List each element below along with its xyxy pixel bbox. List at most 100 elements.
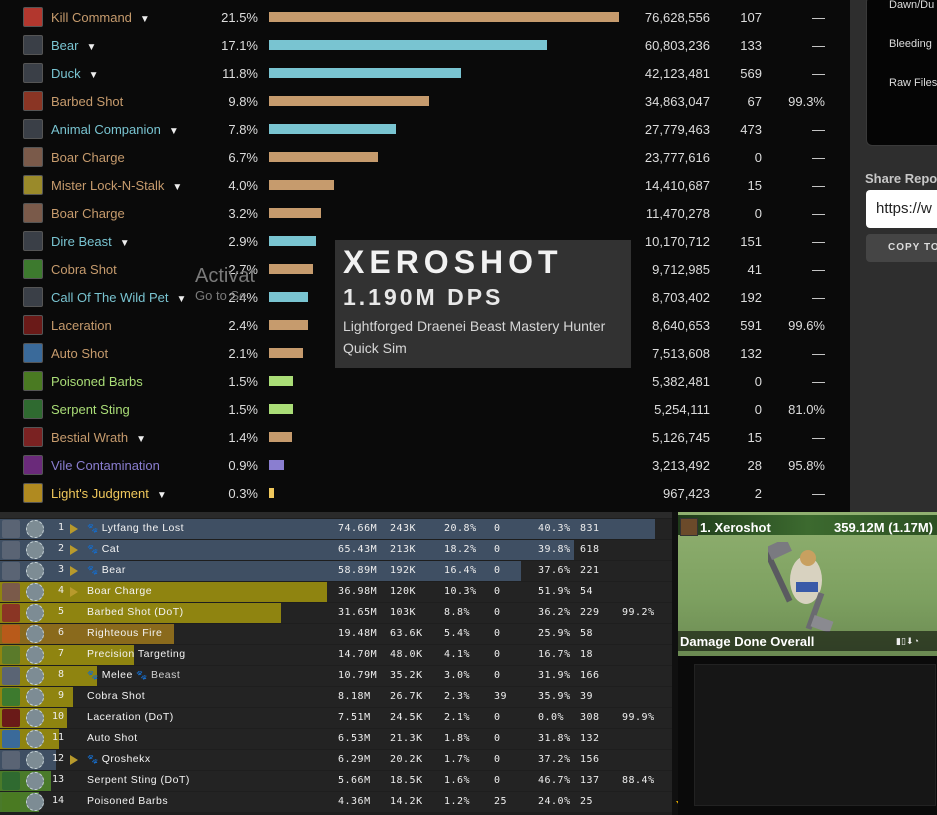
spell-row[interactable]: Animal Companion ▼ 7.8% 27,779,463 473 — <box>0 116 850 144</box>
spell-name[interactable]: Animal Companion ▼ <box>51 122 179 137</box>
expand-caret-icon[interactable]: ▼ <box>136 434 146 445</box>
gear-icon[interactable] <box>26 709 44 727</box>
expand-arrow-icon[interactable] <box>70 587 78 597</box>
row-name-label: Righteous Fire <box>87 627 163 639</box>
damage-meter-row[interactable]: 1 🐾 Lytfang the Lost 74.66M 243K 20.8% 0 40.3% 8… <box>0 519 672 539</box>
spell-name[interactable]: Mister Lock-N-Stalk ▼ <box>51 178 182 193</box>
spell-row[interactable]: Serpent Sting 1.5% 5,254,111 0 81.0% <box>0 396 850 424</box>
damage-meter-row[interactable]: 14 Poisoned Barbs 4.36M 14.2K 1.2% 25 24.0% 25 <box>0 792 672 812</box>
expand-caret-icon[interactable]: ▼ <box>86 42 96 53</box>
option-dawn[interactable]: Dawn/Du <box>889 0 934 11</box>
damage-meter-row[interactable]: 3 🐾 Bear 58.89M 192K 16.4% 0 37.6% 221 <box>0 561 672 581</box>
expand-arrow-icon[interactable] <box>70 545 78 555</box>
gear-icon[interactable] <box>26 667 44 685</box>
gear-icon[interactable] <box>26 520 44 538</box>
spell-name[interactable]: Auto Shot <box>51 346 108 361</box>
spell-damage-bar <box>269 348 303 358</box>
spell-damage-bar <box>269 124 396 134</box>
expand-caret-icon[interactable]: ▼ <box>89 70 99 81</box>
spell-name-label: Duck <box>51 66 81 81</box>
gear-icon[interactable] <box>26 541 44 559</box>
gear-icon[interactable] <box>26 646 44 664</box>
row-rank: 13 <box>51 774 64 785</box>
activate-windows-hint: Go to Se <box>195 288 247 303</box>
row-total-damage: 6.29M <box>338 754 371 765</box>
row-dps: 213K <box>390 544 417 555</box>
spell-row[interactable]: Vile Contamination 0.9% 3,213,492 28 95.8% <box>0 452 850 480</box>
spell-name[interactable]: Poisoned Barbs <box>51 374 143 389</box>
damage-meter-row[interactable]: 6 Righteous Fire 19.48M 63.6K 5.4% 0 25.9% 58 <box>0 624 672 644</box>
option-bleeding[interactable]: Bleeding <box>889 38 932 50</box>
expand-caret-icon[interactable]: ▼ <box>140 14 150 25</box>
gear-icon[interactable] <box>26 625 44 643</box>
row-crit: 40.3% <box>538 523 571 534</box>
row-rank: 12 <box>51 753 64 764</box>
expand-caret-icon[interactable]: ▼ <box>177 294 187 305</box>
expand-arrow-icon[interactable] <box>70 755 78 765</box>
spell-name[interactable]: Duck ▼ <box>51 66 99 81</box>
damage-meter-row[interactable]: 2 🐾 Cat 65.43M 213K 18.2% 0 39.8% 618 <box>0 540 672 560</box>
spell-row[interactable]: Barbed Shot 9.8% 34,863,047 67 99.3% <box>0 88 850 116</box>
damage-meter-row[interactable]: 7 Precision Targeting 14.70M 48.0K 4.1% 0 16.7… <box>0 645 672 665</box>
expand-caret-icon[interactable]: ▼ <box>172 182 182 193</box>
gear-icon[interactable] <box>26 751 44 769</box>
gear-icon[interactable] <box>26 772 44 790</box>
spell-count: 15 <box>747 430 762 445</box>
spell-name[interactable]: Cobra Shot <box>51 262 117 277</box>
gear-icon[interactable] <box>26 583 44 601</box>
expand-caret-icon[interactable]: ▼ <box>169 126 179 137</box>
damage-meter-row[interactable]: 13 Serpent Sting (DoT) 5.66M 18.5K 1.6% 0 46.7… <box>0 771 672 791</box>
spell-row[interactable]: Bestial Wrath ▼ 1.4% 5,126,745 15 — <box>0 424 850 452</box>
spell-row[interactable]: Kill Command ▼ 21.5% 76,628,556 107 — <box>0 4 850 32</box>
pet-paw-icon: 🐾 <box>87 523 99 533</box>
spell-name[interactable]: Laceration <box>51 318 112 333</box>
damage-meter-row[interactable]: 11 Auto Shot 6.53M 21.3K 1.8% 0 31.8% 132 <box>0 729 672 749</box>
pet-paw-icon: 🐾 <box>87 565 99 575</box>
spell-name[interactable]: Boar Charge <box>51 206 125 221</box>
pet-paw-icon: 🐾 <box>136 670 148 680</box>
pet-paw-icon: 🐾 <box>87 754 99 764</box>
spell-name[interactable]: Call Of The Wild Pet ▼ <box>51 290 186 305</box>
spell-name[interactable]: Bear ▼ <box>51 38 96 53</box>
spell-name[interactable]: Bestial Wrath ▼ <box>51 430 146 445</box>
option-raw-files[interactable]: Raw Files <box>889 77 937 89</box>
spell-percent: 2.4% <box>228 318 258 333</box>
spell-row[interactable]: Poisoned Barbs 1.5% 5,382,481 0 — <box>0 368 850 396</box>
barbed-shot-icon <box>2 604 20 622</box>
share-url-input[interactable]: https://w <box>866 190 937 228</box>
spell-name[interactable]: Dire Beast ▼ <box>51 234 130 249</box>
copy-to-clipboard-button[interactable]: COPY TO <box>866 234 937 262</box>
spell-row[interactable]: Light's Judgment ▼ 0.3% 967,423 2 — <box>0 480 850 508</box>
expand-arrow-icon[interactable] <box>70 524 78 534</box>
spell-row[interactable]: Mister Lock-N-Stalk ▼ 4.0% 14,410,687 15 — <box>0 172 850 200</box>
spell-row[interactable]: Bear ▼ 17.1% 60,803,236 133 — <box>0 32 850 60</box>
damage-meter-row[interactable]: 10 Laceration (DoT) 7.51M 24.5K 2.1% 0 0.0% 308… <box>0 708 672 728</box>
damage-meter-row[interactable]: 12 🐾 Qroshekx 6.29M 20.2K 1.7% 0 37.2% 156 <box>0 750 672 770</box>
poisoned-barbs-icon <box>2 793 20 811</box>
damage-meter-row[interactable]: 8 🐾 Melee 🐾 Beast 10.79M 35.2K 3.0% 0 31.9% 166 <box>0 666 672 686</box>
damage-meter-row[interactable]: 9 Cobra Shot 8.18M 26.7K 2.3% 39 35.9% 39 <box>0 687 672 707</box>
spell-name[interactable]: Boar Charge <box>51 150 125 165</box>
spell-row[interactable]: Boar Charge 3.2% 11,470,278 0 — <box>0 200 850 228</box>
gear-icon[interactable] <box>26 604 44 622</box>
expand-caret-icon[interactable]: ▼ <box>157 490 167 501</box>
spell-name[interactable]: Serpent Sting <box>51 402 130 417</box>
spell-row[interactable]: Duck ▼ 11.8% 42,123,481 569 — <box>0 60 850 88</box>
damage-meter-row[interactable]: 5 Barbed Shot (DoT) 31.65M 103K 8.8% 0 36.2% 22… <box>0 603 672 623</box>
spell-name[interactable]: Vile Contamination <box>51 458 160 473</box>
spell-name[interactable]: Kill Command ▼ <box>51 10 150 25</box>
spell-name-label: Barbed Shot <box>51 94 124 109</box>
gear-icon[interactable] <box>26 793 44 811</box>
share-report-label: Share Repo <box>865 171 937 186</box>
spell-name[interactable]: Barbed Shot <box>51 94 123 109</box>
spell-name[interactable]: Light's Judgment ▼ <box>51 486 167 501</box>
row-hits: 308 <box>580 712 600 723</box>
gear-icon[interactable] <box>26 688 44 706</box>
expand-caret-icon[interactable]: ▼ <box>120 238 130 249</box>
window-controls-icons[interactable]: ▮▯⬇◔ <box>896 636 919 647</box>
damage-meter-row[interactable]: 4 Boar Charge 36.98M 120K 10.3% 0 51.9% 54 <box>0 582 672 602</box>
expand-arrow-icon[interactable] <box>70 566 78 576</box>
gear-icon[interactable] <box>26 730 44 748</box>
gear-icon[interactable] <box>26 562 44 580</box>
spell-row[interactable]: Boar Charge 6.7% 23,777,616 0 — <box>0 144 850 172</box>
